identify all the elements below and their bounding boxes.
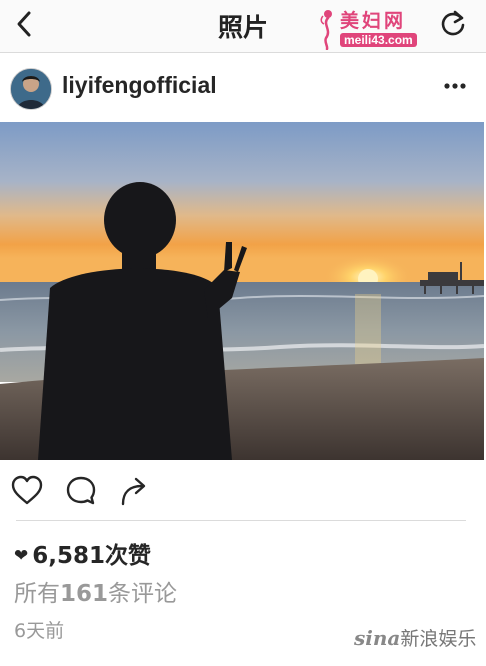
- sina-logo: sina: [354, 626, 401, 650]
- heart-filled-icon: ❤: [14, 546, 29, 566]
- divider: [16, 520, 466, 521]
- likes-count[interactable]: ❤ 6,581次赞: [14, 536, 151, 570]
- avatar[interactable]: [10, 68, 52, 110]
- watermark-sina: sina新浪娱乐: [354, 624, 476, 651]
- post-timestamp: 6天前: [14, 620, 65, 642]
- share-arrow-icon[interactable]: [118, 474, 152, 508]
- refresh-icon[interactable]: [438, 9, 468, 39]
- watermark-url: meili43.com: [340, 33, 417, 47]
- watermark-title: 美妇网: [340, 10, 407, 32]
- comment-bubble-icon[interactable]: [64, 474, 98, 508]
- username-link[interactable]: liyifengofficial: [62, 72, 217, 99]
- likes-suffix: 次赞: [105, 543, 152, 569]
- more-dots-icon[interactable]: [442, 76, 468, 96]
- post-actions-bar: [0, 470, 486, 512]
- post-header: liyifengofficial: [0, 52, 486, 122]
- comments-prefix: 所有: [14, 581, 60, 607]
- view-all-comments-link[interactable]: 所有161条评论: [14, 574, 177, 608]
- comments-number: 161: [60, 581, 109, 607]
- sina-text: 新浪娱乐: [400, 628, 477, 650]
- woman-figure-icon: [320, 10, 332, 50]
- watermark-meili: 美妇网 meili43.com: [318, 6, 434, 52]
- comments-suffix: 条评论: [108, 581, 178, 607]
- post-photo[interactable]: [0, 122, 484, 460]
- heart-outline-icon[interactable]: [10, 474, 44, 508]
- likes-number: 6,581: [32, 543, 106, 569]
